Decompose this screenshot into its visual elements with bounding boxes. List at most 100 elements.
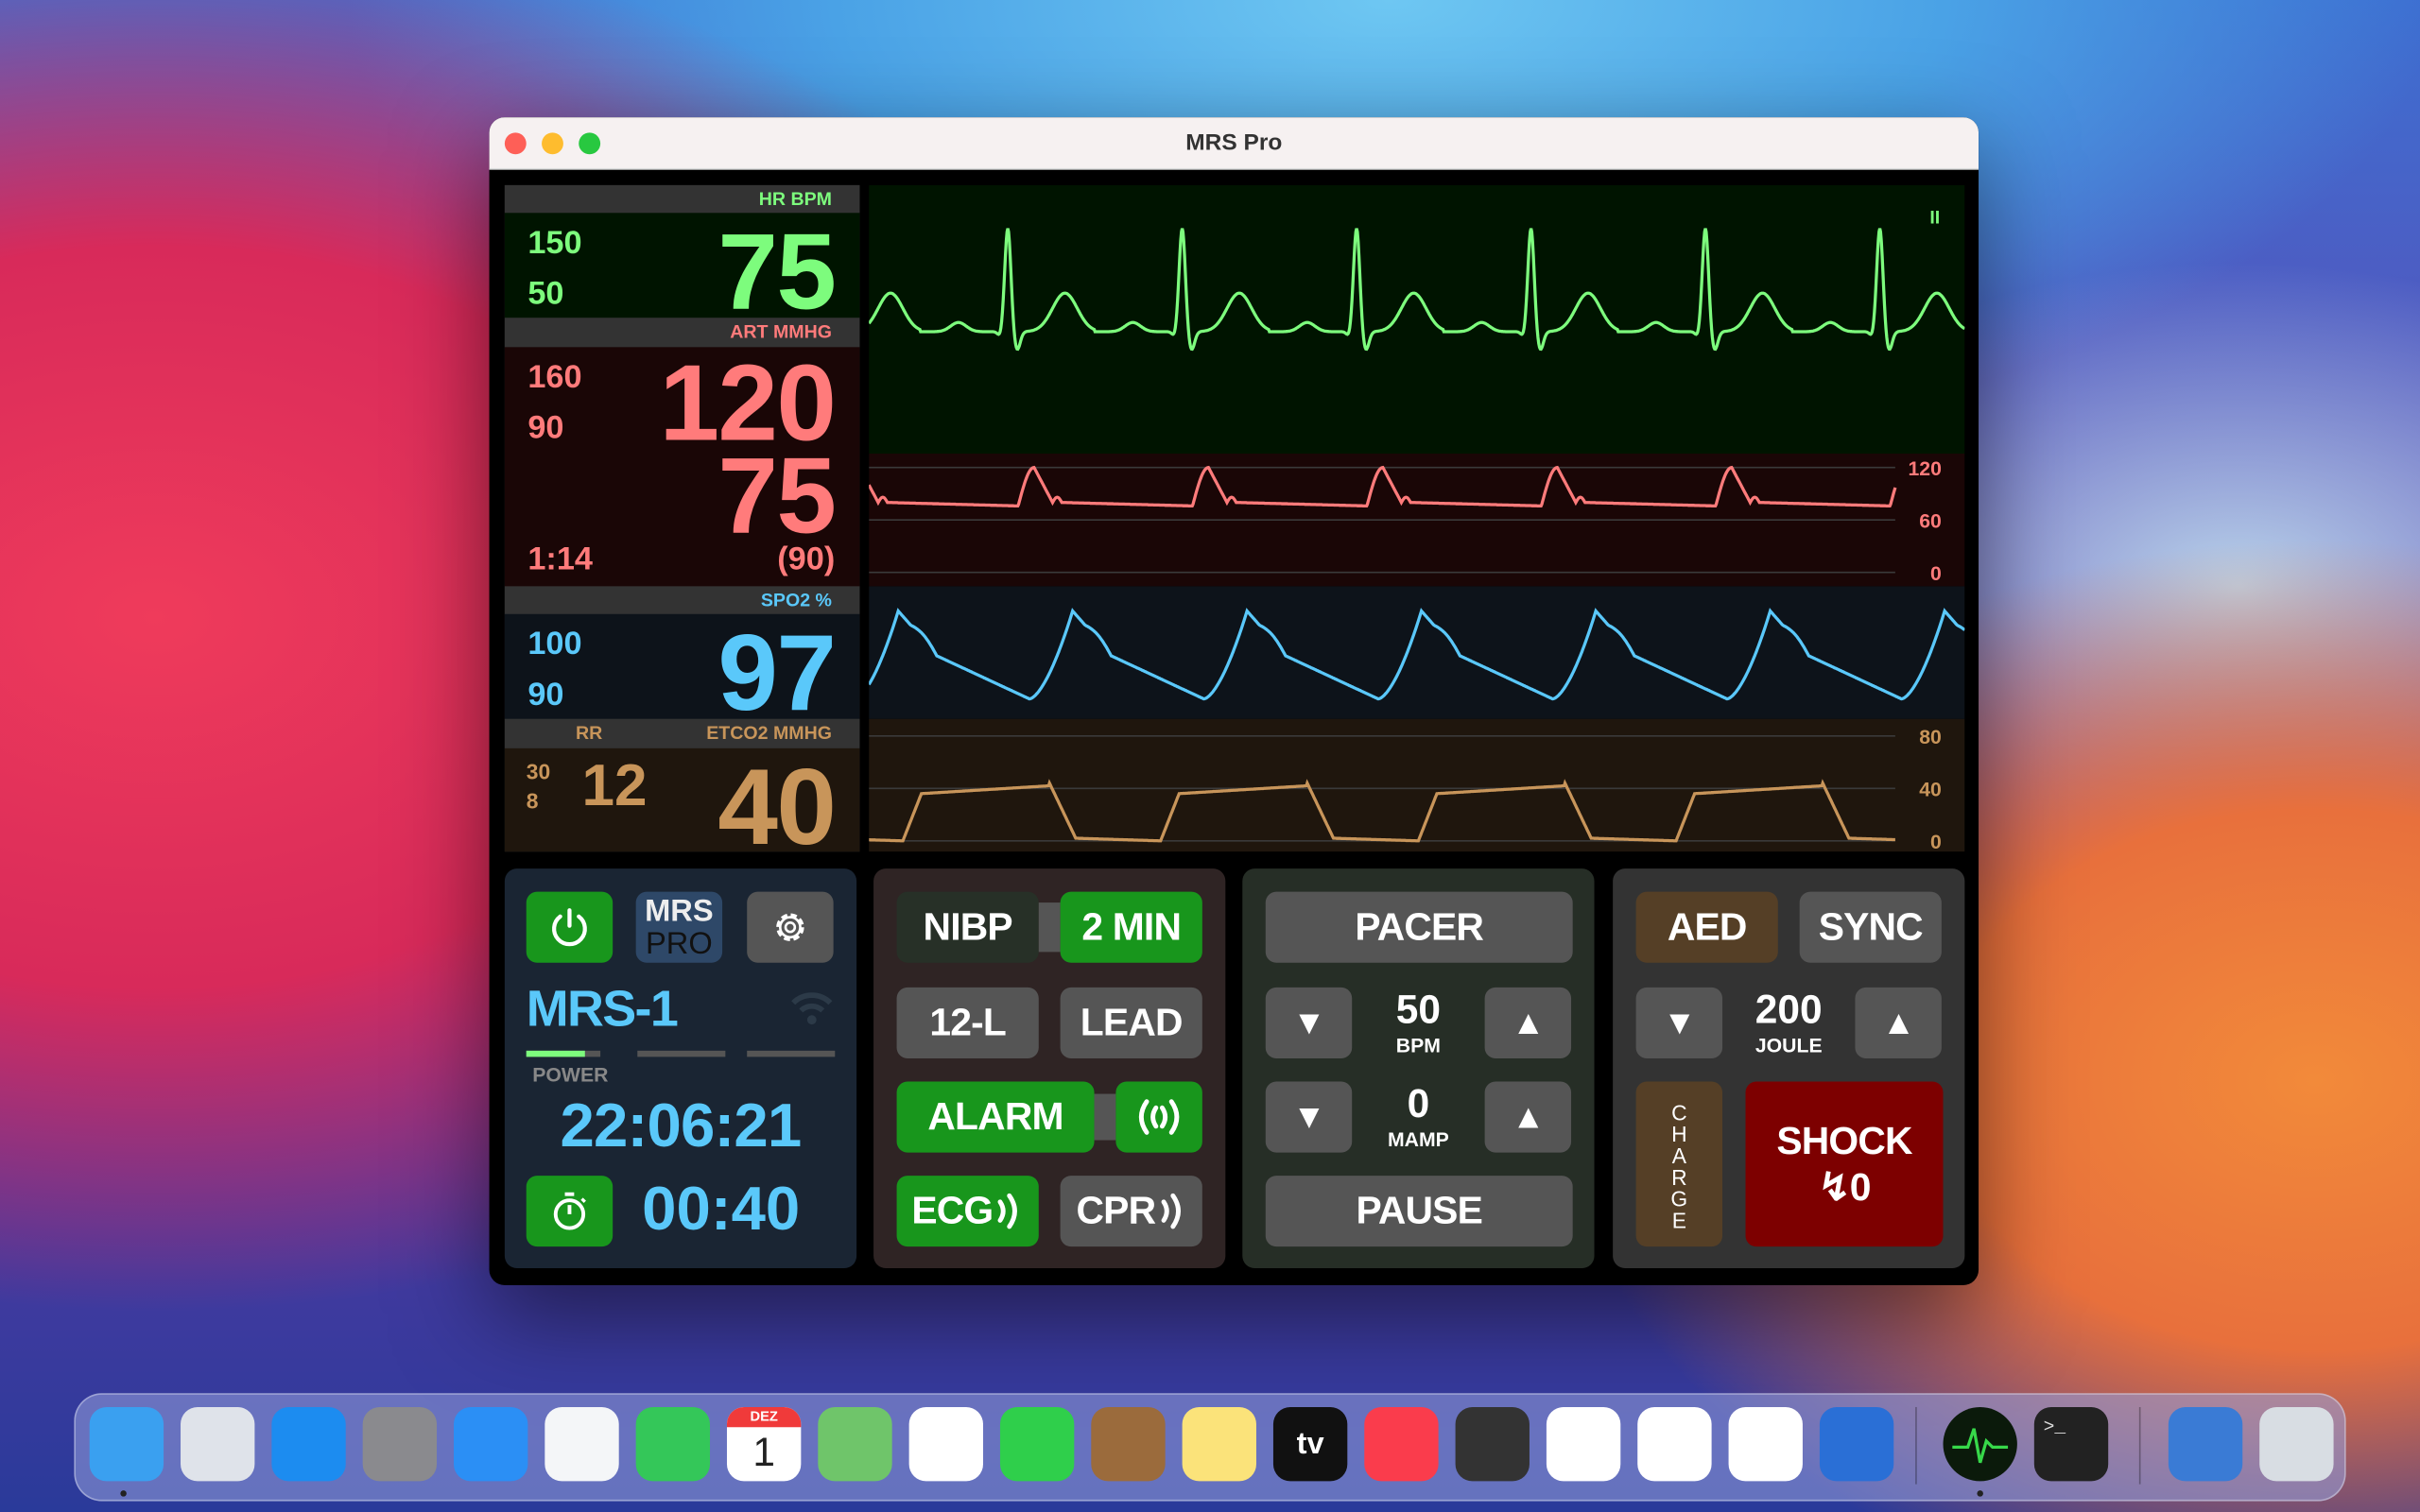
wifi-icon [791,992,833,1025]
dock-safari-icon[interactable] [544,1406,619,1482]
alarm-button[interactable]: ALARM [896,1081,1095,1153]
sync-button[interactable]: SYNC [1799,891,1942,963]
etco2-value: 40 [717,747,837,868]
waveform-display: II 120 60 0 80 40 0 [869,184,1965,852]
dock-instruments-icon[interactable] [2168,1406,2243,1482]
title-bar: MRS Pro [489,117,1979,170]
pacer-button[interactable]: PACER [1265,891,1573,963]
gear-icon [776,913,804,941]
dock-pages-icon[interactable] [1546,1406,1621,1482]
spo2-header: SPO2 % [504,586,860,614]
tv-label: tv [1296,1427,1324,1462]
energy-up-button[interactable]: ▲ [1855,987,1942,1058]
dock-system-preferences-icon[interactable] [362,1406,438,1482]
nibp-interval-button[interactable]: 2 MIN [1060,891,1202,963]
device-name: MRS-1 [526,979,679,1038]
mrs-running-indicator [1977,1490,1983,1497]
spo2-high-limit: 100 [527,626,582,662]
charge-button[interactable]: CHARGE [1635,1081,1723,1247]
art-mean: (90) [777,541,836,577]
settings-button[interactable] [747,891,834,963]
pacer-panel: PACER ▼ 50 BPM ▲ ▼ 0 MAMP ▲ PAUSE [1242,868,1595,1269]
power-level-fill [526,1050,586,1057]
dock-apple-tv-icon[interactable]: tv [1272,1406,1348,1482]
art-time: 1:14 [527,541,593,577]
dock-xcode-icon[interactable] [1819,1406,1894,1482]
lead-button[interactable]: LEAD [1060,987,1202,1058]
art-scale-mid: 60 [1919,510,1942,532]
desktop: MRS Pro HR BPM 150 50 75 ART MMHG 160 90… [0,0,2420,1512]
dock-music-icon[interactable] [1364,1406,1439,1482]
triangle-up-icon: ▲ [1881,1003,1916,1042]
dock-launchpad-icon[interactable] [181,1406,255,1482]
dock-final-cut-pro-icon[interactable] [1455,1406,1530,1482]
stopwatch-button[interactable] [526,1176,614,1247]
etco2-header-bar: RR ETCO2 MMHG [504,718,860,748]
pacer-rate-value: 50 [1395,986,1442,1033]
pacer-rate-up-button[interactable]: ▲ [1484,987,1572,1058]
etco2-header: ETCO2 MMHG [706,722,832,744]
aed-button[interactable]: AED [1635,891,1778,963]
power-level-bar [526,1050,601,1057]
dock-divider [2138,1406,2141,1485]
energy-down-button[interactable]: ▼ [1635,987,1723,1058]
dock-mail-icon[interactable] [453,1406,528,1482]
timer: 00:40 [642,1176,801,1244]
pause-button[interactable]: PAUSE [1265,1176,1573,1247]
power-label: POWER [532,1062,609,1087]
dock-photos-icon[interactable] [908,1406,983,1482]
dock-app-store-icon[interactable] [271,1406,346,1482]
etco2-scale-mid: 40 [1919,779,1942,800]
rr-value: 12 [581,754,648,819]
dock-finder-icon[interactable] [89,1406,164,1482]
hr-box: 150 50 75 [504,212,860,332]
dock-messages-icon[interactable] [635,1406,711,1482]
cpr-sound-button[interactable]: CPR [1060,1176,1202,1247]
dock-maps-icon[interactable] [818,1406,892,1482]
ecg-lead-label: II [1929,208,1940,229]
calendar-day: 1 [752,1428,775,1475]
dock-keynote-icon[interactable] [1728,1406,1803,1482]
nibp-button[interactable]: NIBP [896,891,1039,963]
pacer-rate-down-button[interactable]: ▼ [1265,987,1353,1058]
pacer-current-value: 0 [1407,1079,1430,1126]
etco2-scale-high: 80 [1919,727,1942,748]
alarm-sound-button[interactable] [1115,1081,1202,1153]
calendar-month: DEZ [726,1406,802,1428]
nibp-connector [1038,902,1061,953]
etco2-box: 30 8 12 40 [504,747,860,868]
hr-low-limit: 50 [527,276,564,312]
shock-button[interactable]: SHOCK ↯0 [1745,1081,1944,1247]
twelve-lead-button[interactable]: 12-L [896,987,1039,1058]
power-button[interactable] [526,891,614,963]
ecg-sound-button[interactable]: ECG [896,1176,1039,1247]
dock-contacts-icon[interactable] [1091,1406,1166,1482]
power-icon [552,908,587,947]
dock-mrs-pro-icon[interactable] [1943,1406,2017,1482]
triangle-up-icon: ▲ [1511,1096,1546,1136]
pacer-rate-unit: BPM [1395,1033,1441,1057]
pacer-current-up-button[interactable]: ▲ [1484,1081,1572,1153]
triangle-down-icon: ▼ [1292,1003,1326,1042]
shock-label: SHOCK [1776,1119,1912,1163]
spo2-low-limit: 90 [527,677,564,713]
dock-terminal-icon[interactable]: >_ [2033,1406,2109,1482]
pacer-current-down-button[interactable]: ▼ [1265,1081,1353,1153]
art-diastolic: 75 [717,435,837,556]
dock-trash-icon[interactable] [2259,1406,2334,1482]
pacer-current-unit: MAMP [1387,1127,1449,1151]
etco2-scale-low: 0 [1930,832,1942,851]
dock-calendar-icon[interactable]: DEZ 1 [726,1406,802,1482]
triangle-down-icon: ▼ [1292,1096,1326,1136]
dock-notes-icon[interactable] [1182,1406,1256,1482]
hr-value: 75 [717,211,837,333]
spo2-box: 100 90 97 [504,612,860,733]
art-box: 160 90 120 75 1:14 (90) [504,342,860,587]
dock-facetime-icon[interactable] [999,1406,1075,1482]
app-window: MRS Pro HR BPM 150 50 75 ART MMHG 160 90… [489,117,1979,1285]
dock-numbers-icon[interactable] [1637,1406,1712,1482]
hr-header: HR BPM [504,184,860,214]
window-title: MRS Pro [1185,129,1283,156]
art-high-limit: 160 [527,359,582,395]
stopwatch-icon [553,1192,586,1230]
